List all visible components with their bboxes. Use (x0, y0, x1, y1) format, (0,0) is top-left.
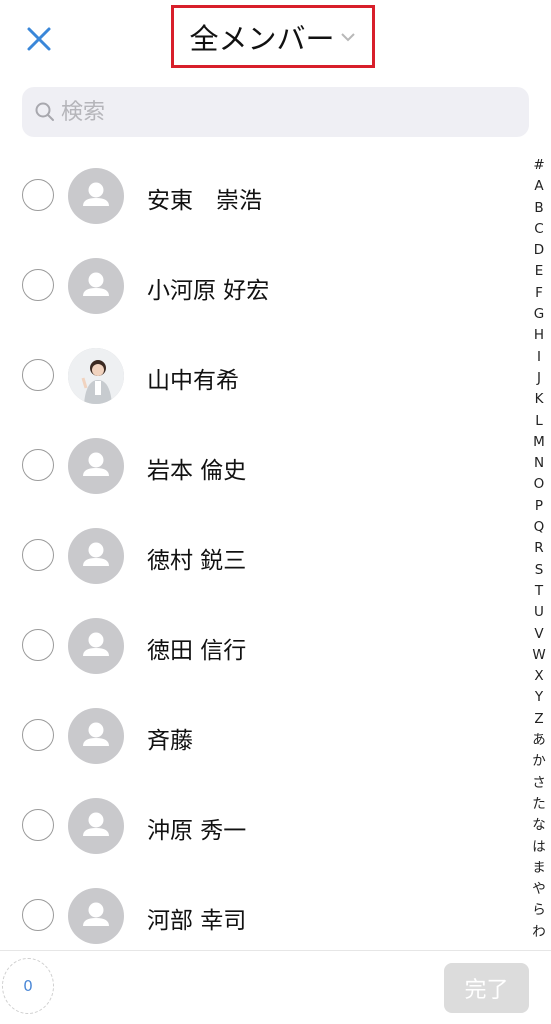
index-letter[interactable]: や (532, 879, 546, 900)
person-icon (83, 722, 109, 746)
close-button[interactable] (20, 20, 58, 58)
member-name: 山中有希 (147, 368, 239, 394)
index-letter[interactable]: I (537, 347, 541, 368)
done-button[interactable]: 完了 (444, 963, 529, 1013)
index-letter[interactable]: P (535, 496, 543, 517)
person-icon (83, 812, 109, 836)
index-letter[interactable]: V (534, 624, 543, 645)
member-row[interactable]: 山中有希 (0, 330, 522, 420)
profile-photo-icon (68, 348, 124, 404)
select-radio[interactable] (22, 629, 54, 661)
index-letter[interactable]: Z (534, 709, 543, 730)
index-letter[interactable]: Q (534, 517, 545, 538)
member-name: 徳田 信行 (147, 638, 247, 664)
index-letter[interactable]: ま (532, 858, 546, 879)
index-letter[interactable]: H (534, 325, 544, 346)
select-radio[interactable] (22, 359, 54, 391)
index-letter[interactable]: R (534, 538, 543, 559)
avatar (68, 438, 124, 494)
page-title: 全メンバー (189, 21, 335, 56)
person-icon (83, 542, 109, 566)
member-name: 小河原 好宏 (147, 278, 270, 304)
search-icon (35, 102, 54, 121)
select-radio[interactable] (22, 449, 54, 481)
index-letter[interactable]: L (535, 411, 543, 432)
avatar (68, 708, 124, 764)
person-icon (83, 182, 109, 206)
index-letter[interactable]: D (534, 240, 544, 261)
member-row[interactable]: 徳村 鋭三 (0, 510, 522, 600)
person-icon (83, 632, 109, 656)
close-icon (27, 27, 51, 51)
index-letter[interactable]: J (537, 368, 541, 389)
index-letter[interactable]: O (534, 474, 545, 495)
index-letter[interactable]: A (534, 176, 543, 197)
member-name: 安東 崇浩 (147, 188, 262, 214)
avatar (68, 528, 124, 584)
index-letter[interactable]: な (532, 815, 546, 836)
index-letter[interactable]: ら (532, 900, 546, 921)
index-letter[interactable]: C (534, 219, 543, 240)
member-name: 河部 幸司 (147, 908, 247, 934)
index-letter[interactable]: は (532, 837, 546, 858)
index-letter[interactable]: W (532, 645, 545, 666)
avatar (68, 798, 124, 854)
select-radio[interactable] (22, 539, 54, 571)
index-letter[interactable]: Y (535, 687, 543, 708)
index-letter[interactable]: B (534, 198, 543, 219)
avatar (68, 618, 124, 674)
person-icon (83, 902, 109, 926)
member-row[interactable]: 徳田 信行 (0, 600, 522, 690)
alphabet-index[interactable]: # A B C D E F G H I J K L M N O P Q R S T U V W X Y Z あかさたなはまやらわ (527, 155, 551, 943)
index-letter[interactable]: S (535, 560, 544, 581)
avatar (68, 888, 124, 944)
member-row[interactable]: 河部 幸司 (0, 870, 522, 950)
done-label: 完了 (464, 978, 509, 1003)
member-row[interactable]: 沖原 秀一 (0, 780, 522, 870)
member-name: 斉藤 (147, 728, 193, 754)
avatar (68, 348, 124, 404)
search-bar[interactable] (22, 87, 529, 137)
header: 全メンバー (0, 0, 551, 76)
index-letter[interactable]: U (534, 602, 544, 623)
member-name: 岩本 倫史 (147, 458, 247, 484)
select-radio[interactable] (22, 899, 54, 931)
member-name: 沖原 秀一 (147, 818, 247, 844)
index-letter[interactable]: E (535, 261, 544, 282)
index-letter[interactable]: M (533, 432, 545, 453)
member-filter-dropdown[interactable]: 全メンバー (171, 5, 375, 68)
index-letter[interactable]: わ (532, 922, 546, 943)
index-letter[interactable]: F (535, 283, 543, 304)
index-letter[interactable]: た (532, 794, 546, 815)
member-row[interactable]: 岩本 倫史 (0, 420, 522, 510)
member-name: 徳村 鋭三 (147, 548, 247, 574)
search-input[interactable] (61, 99, 501, 125)
member-row[interactable]: 安東 崇浩 (0, 150, 522, 240)
index-letter[interactable]: N (534, 453, 544, 474)
member-list[interactable]: 安東 崇浩小河原 好宏 山中有希岩本 倫史徳村 鋭三徳田 信行斉藤沖原 秀一河部 … (0, 150, 522, 950)
select-radio[interactable] (22, 719, 54, 751)
index-letter[interactable]: X (534, 666, 543, 687)
avatar (68, 168, 124, 224)
select-radio[interactable] (22, 269, 54, 301)
member-row[interactable]: 斉藤 (0, 690, 522, 780)
member-row[interactable]: 小河原 好宏 (0, 240, 522, 330)
chevron-down-icon (340, 32, 355, 41)
index-letter[interactable]: # (533, 155, 544, 176)
select-radio[interactable] (22, 809, 54, 841)
index-letter[interactable]: G (534, 304, 544, 325)
person-icon (83, 452, 109, 476)
select-radio[interactable] (22, 179, 54, 211)
selected-count: 0 (23, 977, 33, 995)
footer: 0 完了 (0, 950, 551, 1024)
index-letter[interactable]: あ (532, 730, 546, 751)
index-letter[interactable]: さ (532, 773, 546, 794)
avatar (68, 258, 124, 314)
selected-count-badge: 0 (2, 958, 54, 1014)
index-letter[interactable]: か (532, 751, 546, 772)
index-letter[interactable]: T (535, 581, 543, 602)
person-icon (83, 272, 109, 296)
index-letter[interactable]: K (535, 389, 544, 410)
